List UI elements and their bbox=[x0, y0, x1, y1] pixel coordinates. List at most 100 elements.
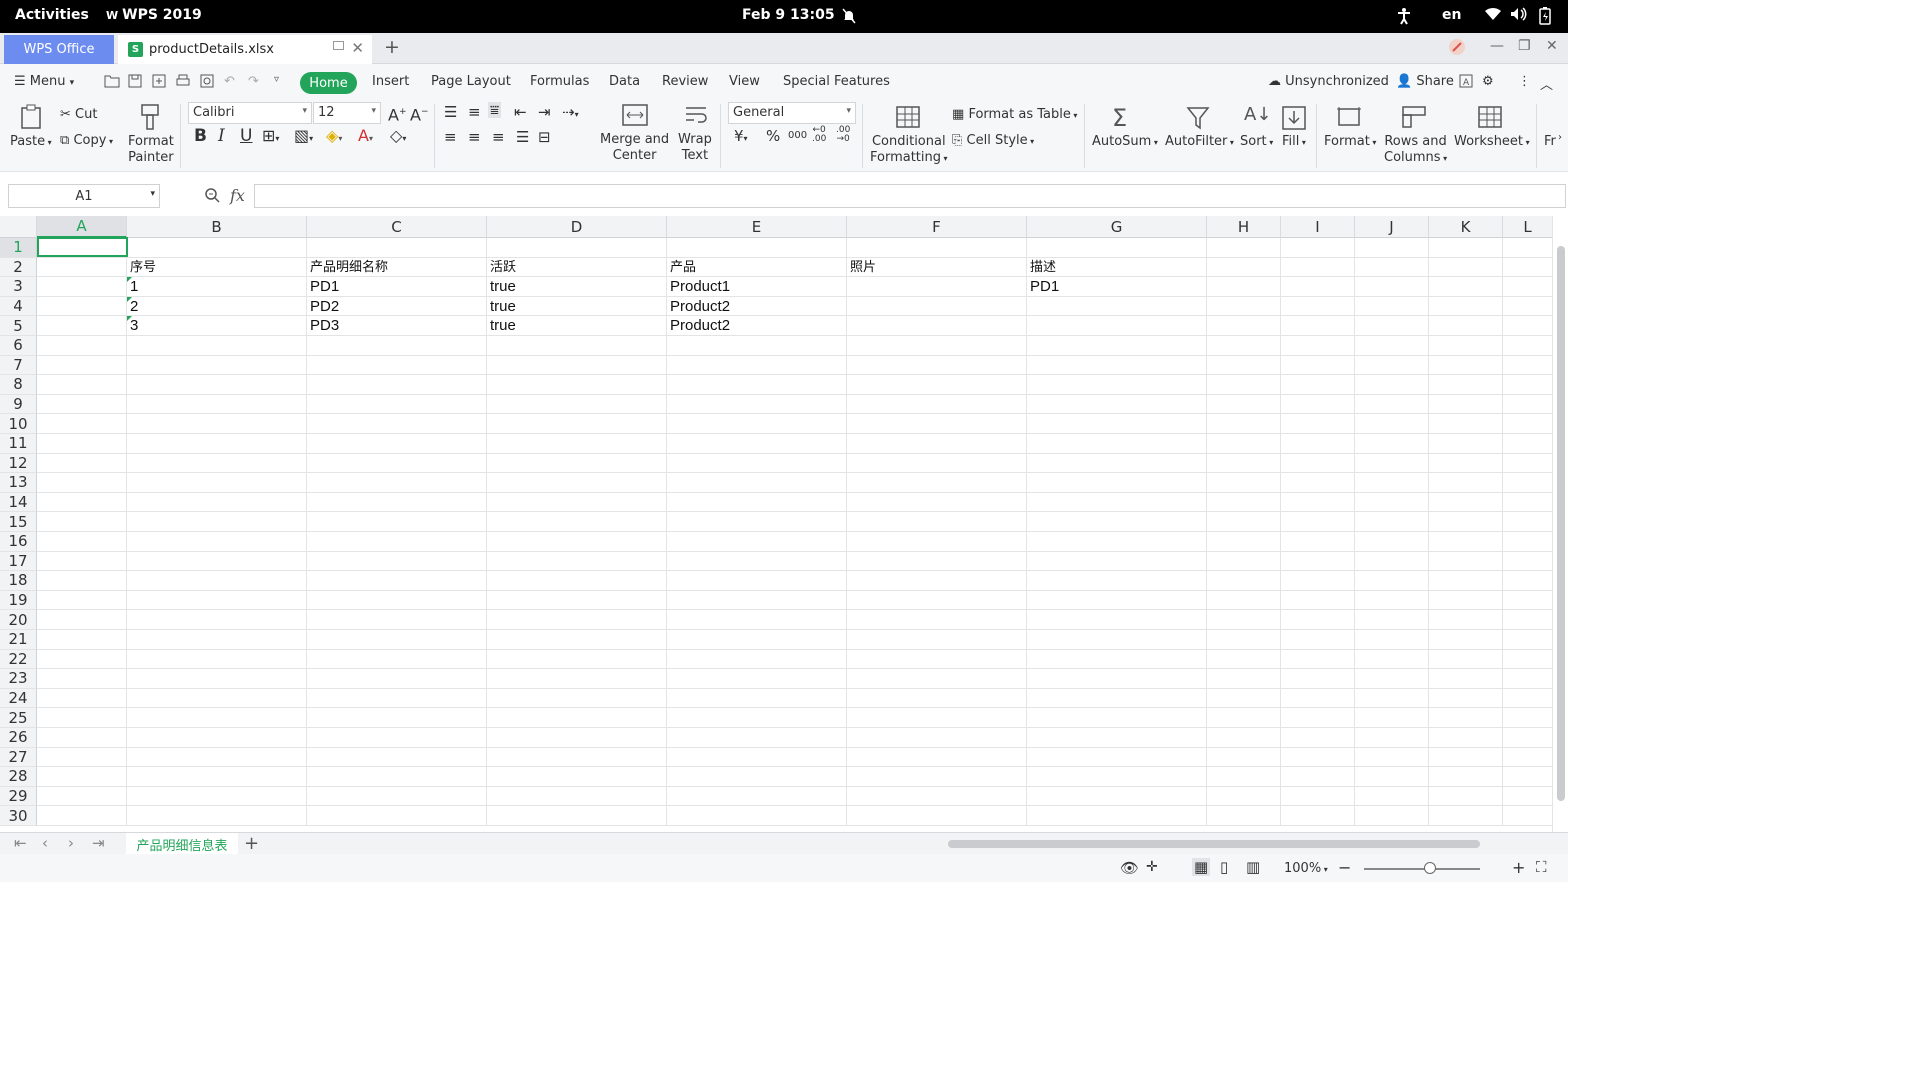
increase-indent-icon[interactable]: ⇥ bbox=[538, 104, 551, 120]
cell-i24[interactable] bbox=[1281, 688, 1355, 709]
rows-columns-icon[interactable] bbox=[1402, 106, 1426, 132]
cell-f2[interactable]: 照片 bbox=[847, 257, 1027, 278]
worksheet-button[interactable]: Worksheet ▾ bbox=[1454, 134, 1530, 151]
cell-h30[interactable] bbox=[1207, 806, 1281, 826]
cell-c26[interactable] bbox=[307, 728, 487, 748]
cell-f12[interactable] bbox=[847, 453, 1027, 474]
cell-l17[interactable] bbox=[1503, 552, 1552, 572]
cell-b18[interactable] bbox=[127, 571, 307, 591]
cell-c10[interactable] bbox=[307, 414, 487, 434]
cell-d18[interactable] bbox=[487, 571, 667, 591]
cell-k19[interactable] bbox=[1429, 590, 1503, 611]
cell-d9[interactable] bbox=[487, 394, 667, 415]
cell-h4[interactable] bbox=[1207, 296, 1281, 317]
cell-h16[interactable] bbox=[1207, 532, 1281, 552]
cell-e1[interactable] bbox=[667, 238, 847, 258]
cell-d13[interactable] bbox=[487, 473, 667, 493]
cell-g18[interactable] bbox=[1027, 571, 1207, 591]
add-sheet-icon[interactable]: + bbox=[244, 833, 259, 854]
spreadsheet-grid[interactable]: A B C D E F G H I J K L 1 2 序号 产品明细名称 活跃 产品 照片 描述 3 1 PD1 true P… bbox=[0, 216, 1552, 832]
row-header-3[interactable]: 3 bbox=[0, 277, 37, 297]
cell-d26[interactable] bbox=[487, 728, 667, 748]
cell-c20[interactable] bbox=[307, 610, 487, 630]
row-header-11[interactable]: 11 bbox=[0, 434, 37, 454]
cell-b13[interactable] bbox=[127, 473, 307, 493]
cell-g11[interactable] bbox=[1027, 434, 1207, 454]
row-header-21[interactable]: 21 bbox=[0, 630, 37, 650]
cell-i9[interactable] bbox=[1281, 394, 1355, 415]
autosum-button[interactable]: AutoSum ▾ bbox=[1092, 134, 1158, 151]
row-header-13[interactable]: 13 bbox=[0, 473, 37, 493]
normal-view-icon[interactable]: ▦ bbox=[1192, 858, 1211, 876]
fill-pattern-icon[interactable]: ▧▾ bbox=[294, 128, 313, 147]
tab-formulas[interactable]: Formulas bbox=[530, 74, 589, 89]
cell-f22[interactable] bbox=[847, 649, 1027, 670]
cell-c27[interactable] bbox=[307, 747, 487, 768]
merge-center-icon[interactable] bbox=[622, 104, 648, 130]
cell-f5[interactable] bbox=[847, 316, 1027, 336]
cell-g9[interactable] bbox=[1027, 394, 1207, 415]
cell-h18[interactable] bbox=[1207, 571, 1281, 591]
restore-icon[interactable]: ❐ bbox=[1518, 38, 1531, 54]
settings-gear-icon[interactable]: ⚙ bbox=[1482, 74, 1494, 89]
cell-j15[interactable] bbox=[1355, 512, 1429, 532]
cell-d25[interactable] bbox=[487, 708, 667, 728]
zoom-level[interactable]: 100% ▾ bbox=[1284, 861, 1328, 876]
cell-b8[interactable] bbox=[127, 375, 307, 395]
number-format-select[interactable]: General ▾ bbox=[728, 102, 856, 124]
reading-mode-icon[interactable]: ✛ bbox=[1146, 859, 1158, 875]
cell-e27[interactable] bbox=[667, 747, 847, 768]
accessibility-icon[interactable] bbox=[1396, 7, 1412, 29]
cell-l21[interactable] bbox=[1503, 630, 1552, 650]
cell-f23[interactable] bbox=[847, 669, 1027, 689]
cell-b16[interactable] bbox=[127, 532, 307, 552]
distributed-icon[interactable]: ⊟ bbox=[538, 129, 551, 145]
cell-i19[interactable] bbox=[1281, 590, 1355, 611]
cell-f19[interactable] bbox=[847, 590, 1027, 611]
cell-f27[interactable] bbox=[847, 747, 1027, 768]
cell-a4[interactable] bbox=[37, 296, 127, 317]
cell-k9[interactable] bbox=[1429, 394, 1503, 415]
cell-c8[interactable] bbox=[307, 375, 487, 395]
cell-l29[interactable] bbox=[1503, 787, 1552, 807]
cell-e14[interactable] bbox=[667, 492, 847, 513]
cell-i21[interactable] bbox=[1281, 630, 1355, 650]
cell-b29[interactable] bbox=[127, 786, 307, 807]
minimize-icon[interactable]: — bbox=[1490, 38, 1504, 54]
format-as-table-button[interactable]: ▦ Format as Table ▾ bbox=[952, 107, 1077, 124]
cell-e13[interactable] bbox=[667, 473, 847, 493]
cell-d30[interactable] bbox=[487, 806, 667, 826]
cell-a18[interactable] bbox=[37, 571, 127, 591]
cell-k15[interactable] bbox=[1429, 512, 1503, 532]
increase-font-icon[interactable]: A+ bbox=[388, 104, 407, 123]
cell-e29[interactable] bbox=[667, 786, 847, 807]
cell-f1[interactable] bbox=[847, 238, 1027, 258]
cell-d22[interactable] bbox=[487, 649, 667, 670]
row-header-27[interactable]: 27 bbox=[0, 747, 37, 768]
cell-l16[interactable] bbox=[1503, 532, 1552, 552]
cell-c7[interactable] bbox=[307, 355, 487, 376]
cell-a8[interactable] bbox=[37, 375, 127, 395]
cell-h2[interactable] bbox=[1207, 257, 1281, 278]
cell-g7[interactable] bbox=[1027, 355, 1207, 376]
cell-d14[interactable] bbox=[487, 492, 667, 513]
cell-h26[interactable] bbox=[1207, 728, 1281, 748]
cell-a26[interactable] bbox=[37, 728, 127, 748]
format-cells-icon[interactable] bbox=[1336, 106, 1362, 132]
tab-special-features[interactable]: Special Features bbox=[783, 74, 890, 89]
cell-d8[interactable] bbox=[487, 375, 667, 395]
cell-f25[interactable] bbox=[847, 708, 1027, 728]
cell-l7[interactable] bbox=[1503, 356, 1552, 376]
zoom-slider[interactable] bbox=[1364, 862, 1480, 874]
language-indicator[interactable]: en bbox=[1442, 7, 1461, 23]
cell-b11[interactable] bbox=[127, 434, 307, 454]
cell-l6[interactable] bbox=[1503, 336, 1552, 356]
column-header-d[interactable]: D bbox=[487, 216, 667, 238]
cell-h10[interactable] bbox=[1207, 414, 1281, 434]
cell-b25[interactable] bbox=[127, 708, 307, 728]
cell-f13[interactable] bbox=[847, 473, 1027, 493]
cell-j29[interactable] bbox=[1355, 786, 1429, 807]
cell-f28[interactable] bbox=[847, 767, 1027, 787]
cell-e26[interactable] bbox=[667, 728, 847, 748]
cell-a7[interactable] bbox=[37, 355, 127, 376]
